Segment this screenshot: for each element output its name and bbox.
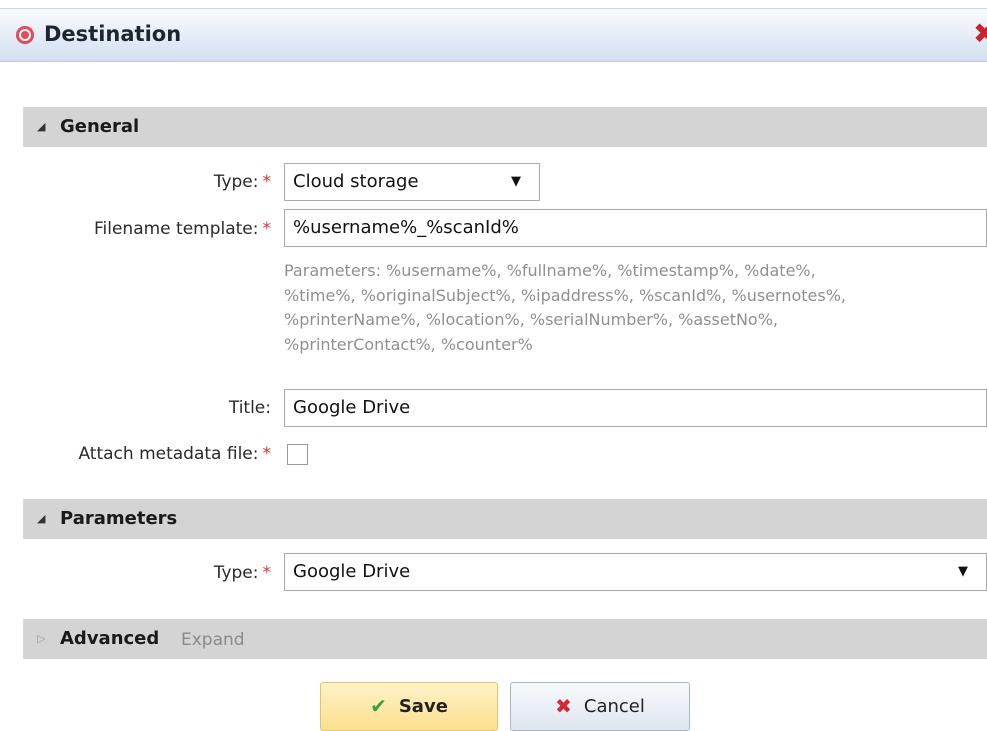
collapse-triangle-icon: ◢ <box>37 120 46 133</box>
cancel-button[interactable]: ✖ Cancel <box>510 682 690 731</box>
filename-template-label: Filename template: * <box>93 219 271 239</box>
filename-template-input[interactable]: %username%_%scanId% <box>284 209 987 247</box>
title-input[interactable]: Google Drive <box>284 389 987 427</box>
type-select[interactable]: Cloud storage ▼ <box>284 163 540 201</box>
expand-triangle-icon: ▷ <box>37 632 46 645</box>
expand-link[interactable]: Expand <box>181 630 245 650</box>
section-general-header[interactable]: ◢ General <box>23 107 987 147</box>
type-label: Type: * <box>213 172 271 192</box>
parameters-type-select[interactable]: Google Drive ▼ <box>284 553 987 591</box>
chevron-down-icon: ▼ <box>958 564 968 579</box>
section-advanced-header[interactable]: ▷ Advanced Expand <box>23 619 987 659</box>
parameters-help-text: Parameters: %username%, %fullname%, %tim… <box>284 261 846 354</box>
section-advanced-label: Advanced <box>60 628 160 649</box>
parameters-type-value: Google Drive <box>293 561 411 582</box>
section-parameters-header[interactable]: ◢ Parameters <box>23 499 987 539</box>
attach-metadata-label: Attach metadata file: * <box>78 444 271 464</box>
dialog-title: Destination <box>44 22 182 46</box>
collapse-triangle-icon: ◢ <box>37 512 46 525</box>
title-label: Title: <box>228 398 271 418</box>
cancel-x-icon: ✖ <box>555 694 572 718</box>
type-select-value: Cloud storage <box>293 171 419 192</box>
parameters-type-label: Type: * <box>213 563 271 583</box>
close-icon[interactable]: ✖ <box>973 21 987 47</box>
save-button[interactable]: ✔ Save <box>320 682 498 731</box>
attach-metadata-checkbox[interactable] <box>287 444 308 465</box>
section-general-label: General <box>60 116 140 137</box>
target-icon <box>16 26 34 44</box>
section-parameters-label: Parameters <box>60 508 178 529</box>
check-icon: ✔ <box>370 694 387 718</box>
chevron-down-icon: ▼ <box>511 174 521 189</box>
dialog-titlebar: Destination ✖ <box>0 8 987 62</box>
